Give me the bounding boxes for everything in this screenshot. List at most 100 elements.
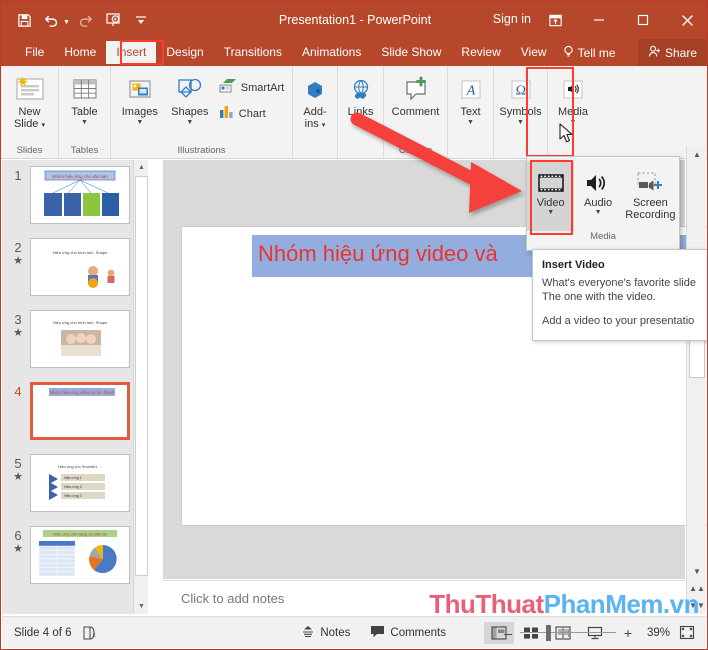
share-label: Share [664, 45, 697, 60]
shapes-button[interactable]: Shapes ▼ [165, 69, 215, 127]
svg-text:Hiệu ứng cho SmartArt, ...: Hiệu ứng cho SmartArt, ... [58, 465, 102, 469]
images-dropdown-icon[interactable]: ▼ [136, 119, 143, 127]
thumbnail-slide-5[interactable]: 5 ★ Hiệu ứng cho SmartArt, ... Hiệu ứng … [2, 448, 148, 520]
thumbnail-scroll-up-icon[interactable]: ▲ [134, 160, 148, 175]
table-dropdown-icon[interactable]: ▼ [81, 119, 88, 127]
tab-file[interactable]: File [15, 41, 54, 64]
illustrations-stacked-buttons: SmartArt Chart [215, 69, 288, 127]
symbols-dropdown-icon[interactable]: ▼ [517, 119, 524, 127]
chart-button[interactable]: Chart [215, 101, 288, 127]
table-button[interactable]: Table ▼ [60, 69, 110, 127]
close-icon[interactable] [665, 1, 707, 39]
thumbnail-scrollbar[interactable]: ▲ ▼ [133, 160, 148, 614]
thumbnail-image-1[interactable]: Nhóm hiệu ứng cho văn bản [30, 166, 130, 224]
video-film-icon [536, 165, 566, 195]
table-label: Table [71, 106, 98, 118]
links-button[interactable]: Links ▼ [340, 69, 382, 127]
language-icon[interactable]: x [72, 626, 107, 640]
zoom-slider[interactable] [520, 624, 616, 641]
notes-icon [301, 625, 315, 641]
images-button[interactable]: Images ▼ [115, 69, 165, 127]
zoom-in-button[interactable]: + [622, 625, 634, 641]
tab-insert[interactable]: Insert [106, 41, 157, 64]
title-bar: ▼ Presentation1 - PowerPoint Sign in [1, 1, 707, 39]
scroll-down-icon[interactable]: ▼ [687, 563, 707, 580]
animation-star-icon-6: ★ [13, 543, 23, 555]
thumbnail-slide-1[interactable]: 1 Nhóm hiệu ứng cho văn bản [2, 160, 148, 232]
thumbnail-slide-6[interactable]: 6 ★ Hiệu ứng cho bảng và biểu đồ [2, 520, 148, 592]
tab-view[interactable]: View [511, 41, 557, 64]
audio-button[interactable]: Audio ▼ [574, 161, 621, 231]
animation-star-icon-3: ★ [13, 327, 23, 339]
thumbnail-scroll-down-icon[interactable]: ▼ [134, 599, 148, 614]
media-button[interactable]: Media ▼ [548, 69, 598, 127]
slide-thumbnail-pane[interactable]: 1 Nhóm hiệu ứng cho văn bản 2 ★ Hiệu ứng… [2, 160, 148, 614]
share-button[interactable]: Share [637, 39, 707, 66]
ribbon-group-illustrations: Images ▼ Shapes ▼ SmartArt Chart Illustr… [111, 66, 293, 158]
screen-recording-button[interactable]: Screen Recording [622, 161, 679, 231]
slide-area-scrollbar[interactable]: ▲ ▼ ▲▲ ▼▼ [686, 146, 706, 614]
notes-label: Notes [320, 626, 351, 639]
tab-review[interactable]: Review [451, 41, 510, 64]
thumbnail-image-4[interactable]: Nhóm hiệu ứng video và âm thanh [30, 382, 130, 440]
add-ins-label-1: Add- [303, 106, 327, 118]
table-icon [70, 72, 100, 104]
tab-transitions[interactable]: Transitions [214, 41, 292, 64]
links-dropdown-icon[interactable]: ▼ [357, 119, 364, 127]
zoom-slider-handle[interactable] [546, 624, 551, 641]
video-button[interactable]: Video ▼ [527, 161, 575, 231]
add-ins-label-2: ins [304, 118, 319, 130]
comments-button[interactable]: Comments [360, 625, 456, 641]
fit-slide-to-window-button[interactable] [676, 623, 698, 643]
zoom-out-button[interactable]: – [502, 625, 514, 641]
maximize-icon[interactable] [621, 1, 665, 39]
svg-text:Hiệu ứng 3: Hiệu ứng 3 [64, 494, 82, 498]
zoom-slider-midpoint [568, 628, 569, 637]
comment-button[interactable]: Comment [387, 69, 445, 118]
tab-animations[interactable]: Animations [292, 41, 371, 64]
tooltip-line-2: The one with the video. [542, 291, 656, 303]
thumbnail-image-5[interactable]: Hiệu ứng cho SmartArt, ... Hiệu ứng 1 Hi… [30, 454, 130, 512]
thumbnail-scroll-thumb[interactable] [135, 176, 148, 576]
status-bar: Slide 4 of 6 x Notes Comments – + 39% [2, 616, 706, 648]
tab-home[interactable]: Home [54, 41, 106, 64]
symbols-button[interactable]: Ω Symbols ▼ [496, 69, 546, 127]
audio-dropdown-icon[interactable]: ▼ [595, 209, 602, 217]
thumbnail-slide-3[interactable]: 3 ★ Hiệu ứng cho hình ảnh, Shape [2, 304, 148, 376]
thumbnail-image-3[interactable]: Hiệu ứng cho hình ảnh, Shape [30, 310, 130, 368]
sign-in-button[interactable]: Sign in [493, 12, 531, 26]
zoom-percent-label[interactable]: 39% [640, 627, 670, 639]
smartart-button[interactable]: SmartArt [215, 75, 288, 101]
thumbnail-number-text-2: 2 [14, 240, 22, 255]
text-button[interactable]: A Text ▼ [450, 69, 492, 127]
video-dropdown-icon[interactable]: ▼ [547, 209, 554, 217]
new-slide-button[interactable]: New Slide ▾ [1, 69, 59, 132]
comments-label: Comments [390, 626, 446, 639]
tooltip-footer: Add a video to your presentatio [542, 315, 695, 327]
thumbnail-image-2[interactable]: Hiệu ứng cho hình ảnh, Shape [30, 238, 130, 296]
ribbon-group-addins: Add-ins ▾ [293, 66, 338, 158]
thumbnail-slide-2[interactable]: 2 ★ Hiệu ứng cho hình ảnh, Shape [2, 232, 148, 304]
tab-design[interactable]: Design [156, 41, 213, 64]
comment-icon [401, 72, 431, 104]
tab-slide-show[interactable]: Slide Show [371, 41, 451, 64]
add-ins-icon [303, 72, 327, 104]
minimize-icon[interactable] [577, 1, 621, 39]
thumbnail-number-2: 2 ★ [6, 238, 30, 267]
ribbon-group-symbols: Ω Symbols ▼ [494, 66, 548, 158]
add-ins-button[interactable]: Add-ins ▾ [294, 69, 336, 132]
notes-button[interactable]: Notes [291, 625, 360, 641]
ribbon-group-tables: Table ▼ Tables [59, 66, 111, 158]
scroll-up-icon[interactable]: ▲ [687, 146, 707, 163]
ribbon-display-options-icon[interactable] [533, 1, 577, 39]
shapes-dropdown-icon[interactable]: ▼ [186, 119, 193, 127]
text-icon: A [458, 72, 484, 104]
media-dropdown-items: Video ▼ Audio ▼ Screen Recording [527, 157, 679, 231]
thumbnail-slide-4[interactable]: 4 Nhóm hiệu ứng video và âm thanh [2, 376, 148, 448]
ribbon-tabs: File Home Insert Design Transitions Anim… [1, 39, 707, 66]
notes-placeholder[interactable]: Click to add notes [163, 591, 284, 606]
thumbnail-image-6[interactable]: Hiệu ứng cho bảng và biểu đồ [30, 526, 130, 584]
tell-me-box[interactable]: Tell me [557, 45, 616, 61]
new-slide-label-1: New [18, 106, 41, 118]
text-dropdown-icon[interactable]: ▼ [467, 119, 474, 127]
